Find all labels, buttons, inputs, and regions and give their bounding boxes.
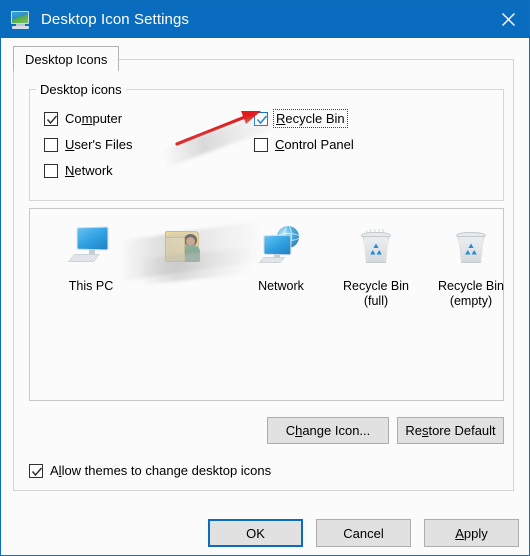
user-folder-icon: [160, 223, 212, 275]
checkbox-users-files-box[interactable]: [44, 137, 58, 152]
recycle-bin-empty-icon: [445, 223, 497, 275]
checkbox-users-files-label: User's Files: [65, 137, 133, 152]
checkbox-computer-box[interactable]: [44, 111, 58, 126]
preview-icon-this-pc[interactable]: This PC: [43, 223, 139, 294]
title-bar: Desktop Icon Settings: [1, 1, 529, 38]
ok-button-label: OK: [246, 525, 265, 541]
desktop-icon-settings-dialog: Desktop Icon Settings Desktop Icons Desk…: [0, 0, 530, 556]
change-icon-button[interactable]: Change Icon...: [267, 417, 389, 444]
preview-icon-users-files[interactable]: [138, 223, 234, 279]
change-icon-button-label: Change Icon...: [285, 423, 371, 438]
checkbox-network-label: Network: [65, 163, 113, 178]
ok-button[interactable]: OK: [208, 519, 303, 547]
restore-default-button[interactable]: Restore Default: [397, 417, 504, 444]
close-icon[interactable]: [485, 1, 529, 38]
apply-button[interactable]: Apply: [424, 519, 519, 547]
preview-icon-network[interactable]: Network: [233, 223, 329, 294]
recycle-bin-full-icon: [350, 223, 402, 275]
checkbox-allow-themes-label: Allow themes to change desktop icons: [50, 463, 272, 478]
preview-caption-line1: This PC: [68, 279, 114, 293]
restore-default-button-label: Restore Default: [405, 423, 496, 438]
preview-icon-recycle-bin-full[interactable]: Recycle Bin (full): [328, 223, 424, 309]
checkbox-control-panel[interactable]: Control Panel: [254, 137, 354, 152]
checkbox-allow-themes[interactable]: Allow themes to change desktop icons: [29, 463, 271, 478]
preview-caption-line1: Recycle Bin: [343, 279, 409, 293]
apply-button-label: Apply: [455, 525, 488, 541]
checkbox-control-panel-box[interactable]: [254, 137, 268, 152]
computer-monitor-icon: [65, 223, 117, 275]
recycle-symbol-icon: [370, 243, 382, 255]
check-icon: [46, 115, 58, 124]
recycle-symbol-icon: [465, 243, 477, 255]
preview-caption-line2: (empty): [449, 294, 493, 308]
preview-icon-recycle-bin-empty[interactable]: Recycle Bin (empty): [423, 223, 519, 309]
preview-caption-line2: (full): [363, 294, 389, 308]
icon-preview-pane: This PC Network Recycle Bin (full) Recyc…: [29, 208, 504, 401]
checkbox-control-panel-label: Control Panel: [275, 137, 354, 152]
checkbox-recycle-bin[interactable]: Recycle Bin: [254, 109, 348, 128]
tab-panel-desktop-icons: Desktop icons Computer User's Files Netw…: [13, 71, 514, 491]
tab-desktop-icons[interactable]: Desktop Icons: [13, 46, 120, 72]
checkbox-recycle-bin-box[interactable]: [254, 111, 268, 126]
checkbox-network-box[interactable]: [44, 163, 58, 178]
checkbox-users-files[interactable]: User's Files: [44, 137, 133, 152]
checkbox-recycle-bin-label: Recycle Bin: [273, 109, 348, 128]
window-title: Desktop Icon Settings: [41, 11, 190, 28]
preview-caption-line1: Network: [258, 279, 304, 293]
desktop-monitor-icon: [10, 10, 32, 30]
tab-strip: Desktop Icons: [13, 46, 514, 72]
preview-caption-line1: Recycle Bin: [438, 279, 504, 293]
cancel-button-label: Cancel: [343, 525, 384, 541]
tab-label: Desktop Icons: [25, 52, 108, 67]
checkbox-allow-themes-box[interactable]: [29, 463, 43, 478]
check-icon: [31, 467, 43, 476]
groupbox-legend: Desktop icons: [36, 82, 126, 97]
network-globe-icon: [255, 223, 307, 275]
cancel-button[interactable]: Cancel: [316, 519, 411, 547]
checkbox-computer-label: Computer: [65, 111, 123, 126]
checkbox-computer[interactable]: Computer: [44, 111, 122, 126]
check-icon: [256, 114, 268, 124]
checkbox-network[interactable]: Network: [44, 163, 113, 178]
